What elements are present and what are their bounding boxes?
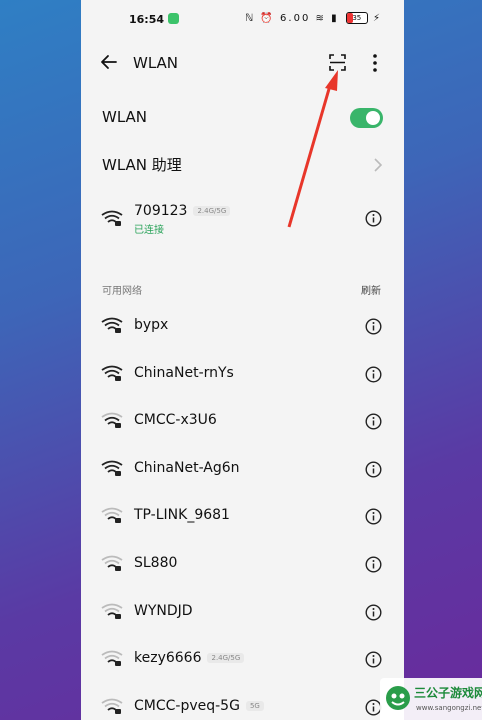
wifi-locked-icon	[101, 317, 123, 333]
info-icon[interactable]	[365, 318, 382, 335]
band-tag: 2.4G/5G	[207, 653, 245, 663]
network-list-item[interactable]: SL880	[81, 545, 404, 585]
info-icon[interactable]	[365, 461, 382, 478]
connected-network-row[interactable]: 709123 2.4G/5G 已连接	[81, 200, 404, 240]
network-list-item[interactable]: CMCC-pveq-5G 5G	[81, 688, 404, 720]
network-name: SL880	[134, 555, 178, 571]
network-name: CMCC-pveq-5G 5G	[134, 698, 264, 714]
watermark-title: 三公子游戏网	[414, 686, 482, 700]
wifi-locked-icon	[101, 698, 123, 714]
wifi-locked-icon	[101, 555, 123, 571]
wifi-locked-icon	[101, 507, 123, 523]
refresh-button[interactable]: 刷新	[361, 282, 381, 297]
status-bar: 16:54 ℕ ⏰ 6.00 ≋ ▮ 35 ⚡	[81, 0, 404, 38]
more-options-icon[interactable]	[371, 53, 379, 73]
info-icon[interactable]	[365, 604, 382, 621]
status-icons: ℕ ⏰ 6.00 ≋ ▮ 35 ⚡	[245, 12, 382, 24]
battery-icon: 35	[345, 12, 368, 24]
back-arrow-icon[interactable]	[99, 52, 119, 72]
wifi-locked-icon	[101, 210, 123, 226]
info-icon[interactable]	[365, 210, 382, 227]
wlan-assistant-row[interactable]: WLAN 助理	[81, 152, 404, 180]
network-list-item[interactable]: kezy6666 2.4G/5G	[81, 640, 404, 680]
network-name: kezy6666 2.4G/5G	[134, 650, 245, 666]
chat-notification-icon	[168, 13, 179, 24]
wlan-toggle-row[interactable]: WLAN	[81, 104, 404, 132]
network-name: bypx	[134, 317, 169, 333]
network-name: CMCC-x3U6	[134, 412, 217, 428]
wifi-locked-icon	[101, 650, 123, 666]
network-list-item[interactable]: ChinaNet-rnYs	[81, 355, 404, 395]
connected-status: 已连接	[134, 225, 164, 236]
network-list-item[interactable]: TP-LINK_9681	[81, 497, 404, 537]
info-icon[interactable]	[365, 413, 382, 430]
band-tag: 2.4G/5G	[193, 206, 231, 216]
wlan-toggle-label: WLAN	[102, 108, 148, 126]
header: WLAN	[81, 40, 404, 86]
battery-level: 35	[352, 14, 362, 22]
wifi-locked-icon	[101, 603, 123, 619]
info-icon[interactable]	[365, 651, 382, 668]
info-icon[interactable]	[365, 508, 382, 525]
network-list-item[interactable]: WYNDJD	[81, 593, 404, 633]
info-icon[interactable]	[365, 366, 382, 383]
network-name: WYNDJD	[134, 603, 193, 619]
scan-qr-icon[interactable]	[329, 54, 346, 71]
wifi-locked-icon	[101, 412, 123, 428]
net-speed: 6.00	[280, 13, 311, 24]
chevron-right-icon	[374, 158, 383, 172]
network-name: ChinaNet-rnYs	[134, 365, 234, 381]
network-list-item[interactable]: CMCC-x3U6	[81, 402, 404, 442]
charging-icon: ⚡	[372, 13, 382, 24]
wifi-locked-icon	[101, 365, 123, 381]
signal-icon: ▮	[331, 13, 339, 24]
status-time: 16:54	[129, 13, 165, 26]
band-tag: 5G	[245, 701, 264, 711]
page-title: WLAN	[133, 54, 179, 72]
nfc-icon: ℕ	[245, 13, 256, 24]
network-name: ChinaNet-Ag6n	[134, 460, 240, 476]
wlan-assistant-label: WLAN 助理	[102, 156, 182, 174]
network-list-item[interactable]: bypx	[81, 307, 404, 347]
connected-network-name: 709123 2.4G/5G	[134, 203, 231, 219]
alarm-icon: ⏰	[260, 13, 275, 24]
wifi-locked-icon	[101, 460, 123, 476]
wlan-toggle-switch[interactable]	[350, 108, 383, 128]
network-name: TP-LINK_9681	[134, 507, 230, 523]
info-icon[interactable]	[365, 556, 382, 573]
watermark-url: www.sangongzi.net	[416, 704, 482, 712]
wifi-status-icon: ≋	[315, 13, 326, 24]
watermark: 三公子游戏网 www.sangongzi.net	[380, 678, 482, 720]
watermark-logo-icon	[386, 686, 410, 710]
network-list-item[interactable]: ChinaNet-Ag6n	[81, 450, 404, 490]
phone-screen: 16:54 ℕ ⏰ 6.00 ≋ ▮ 35 ⚡ WLAN WLAN WLAN 助…	[81, 0, 404, 720]
available-networks-title: 可用网络	[102, 286, 142, 297]
